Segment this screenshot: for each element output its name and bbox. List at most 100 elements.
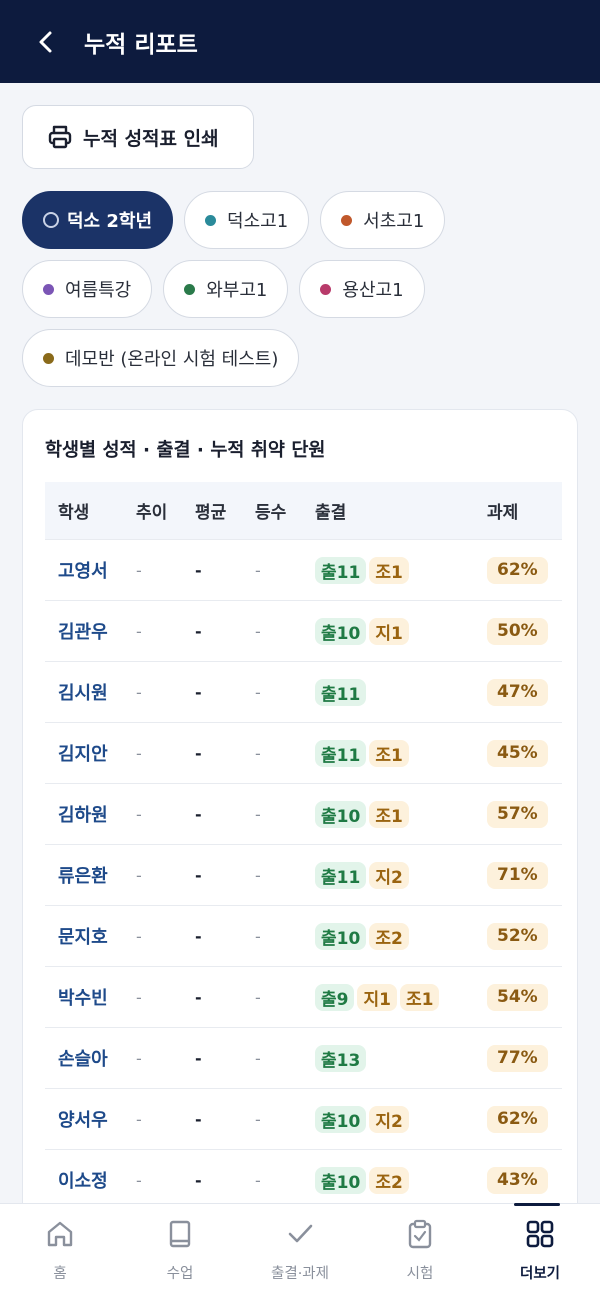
homework-cell: 43% (487, 1166, 562, 1194)
rank-value: - (255, 1170, 261, 1190)
average-value: - (195, 1109, 202, 1129)
attendance-badge: 출10 (315, 1105, 367, 1133)
table-row[interactable]: 고영서 - - - 출11 조1 62% (45, 540, 562, 601)
student-name-text[interactable]: 문지호 (58, 927, 108, 948)
trend-value: - (136, 865, 142, 885)
table-row[interactable]: 김지안 - - - 출11 조1 45% (45, 723, 562, 784)
table-row[interactable]: 류은환 - - - 출11 지2 71% (45, 845, 562, 906)
student-name-text[interactable]: 김지안 (58, 744, 108, 765)
student-name-text[interactable]: 손슬아 (58, 1049, 108, 1070)
tab-grid[interactable]: 더보기 (480, 1203, 600, 1298)
col-rank: 등수 (255, 503, 287, 523)
class-chip[interactable]: 와부고1 (163, 260, 289, 318)
table-row[interactable]: 문지호 - - - 출10 조2 52% (45, 906, 562, 967)
student-name[interactable]: 고영서 (45, 557, 136, 583)
student-name[interactable]: 양서우 (45, 1106, 136, 1132)
attendance-badge: 출11 (315, 556, 367, 584)
student-name[interactable]: 류은환 (45, 862, 136, 888)
attendance-badge: 지2 (369, 861, 409, 889)
table-row[interactable]: 양서우 - - - 출10 지2 62% (45, 1089, 562, 1150)
attendance-badges: 출10 조2 (315, 922, 487, 950)
attendance-badge: 출10 (315, 922, 367, 950)
average-value: - (195, 621, 202, 641)
student-name[interactable]: 김하원 (45, 801, 136, 827)
table-row[interactable]: 김관우 - - - 출10 지1 50% (45, 601, 562, 662)
trend-value: - (136, 682, 142, 702)
page-title: 누적 리포트 (84, 31, 198, 58)
rank-value: - (255, 743, 261, 763)
student-name-text[interactable]: 박수빈 (58, 988, 108, 1009)
student-name-text[interactable]: 이소정 (58, 1171, 108, 1192)
class-chip[interactable]: 데모반 (온라인 시험 테스트) (22, 329, 300, 387)
student-name[interactable]: 김지안 (45, 740, 136, 766)
color-dot-icon (320, 283, 332, 295)
trend-value: - (136, 621, 142, 641)
app-header: 누적 리포트 (0, 0, 600, 83)
home-icon (44, 1218, 76, 1254)
class-chip-label: 여름특강 (65, 280, 132, 301)
back-button[interactable] (26, 22, 66, 62)
homework-percent-badge: 54% (487, 983, 548, 1011)
print-button-label: 누적 성적표 인쇄 (83, 127, 219, 150)
rank-value: - (255, 682, 261, 702)
table-row[interactable]: 이소정 - - - 출10 조2 43% (45, 1150, 562, 1211)
trend-value: - (136, 804, 142, 824)
student-name[interactable]: 박수빈 (45, 984, 136, 1010)
class-chip-label: 용산고1 (342, 280, 404, 301)
homework-cell: 57% (487, 800, 562, 828)
printer-icon (48, 125, 72, 149)
clipboard-icon (404, 1218, 436, 1254)
tab-home[interactable]: 홈 (0, 1204, 120, 1298)
student-table: 학생 추이 평균 등수 출결 과제 고영서 - - - 출11 조1 62% 김관우 - - - 출1… (45, 482, 562, 1211)
tab-label: 시험 (406, 1266, 434, 1282)
student-name[interactable]: 이소정 (45, 1167, 136, 1193)
average-value: - (195, 987, 202, 1007)
student-name[interactable]: 손슬아 (45, 1045, 136, 1071)
class-chip-label: 데모반 (온라인 시험 테스트) (65, 349, 279, 370)
table-row[interactable]: 박수빈 - - - 출9 지1 조1 54% (45, 967, 562, 1028)
student-name-text[interactable]: 고영서 (58, 561, 108, 582)
class-chip[interactable]: 덕소 2학년 (22, 191, 174, 249)
attendance-badge: 출11 (315, 861, 367, 889)
class-chip[interactable]: 용산고1 (299, 260, 425, 318)
col-trend: 추이 (136, 503, 168, 523)
homework-cell: 47% (487, 678, 562, 706)
tab-clipboard[interactable]: 시험 (360, 1204, 480, 1298)
homework-percent-badge: 71% (487, 861, 548, 889)
table-row[interactable]: 손슬아 - - - 출13 77% (45, 1028, 562, 1089)
attendance-badge: 출10 (315, 800, 367, 828)
tab-book[interactable]: 수업 (120, 1204, 240, 1298)
rank-value: - (255, 621, 261, 641)
print-report-button[interactable]: 누적 성적표 인쇄 (22, 105, 254, 169)
student-name-text[interactable]: 양서우 (58, 1110, 108, 1131)
color-dot-icon (184, 283, 196, 295)
rank-value: - (255, 865, 261, 885)
class-chip-label: 서초고1 (363, 211, 425, 232)
table-row[interactable]: 김하원 - - - 출10 조1 57% (45, 784, 562, 845)
student-name-text[interactable]: 김하원 (58, 805, 108, 826)
table-row[interactable]: 김시원 - - - 출11 47% (45, 662, 562, 723)
student-name[interactable]: 김관우 (45, 618, 136, 644)
average-value: - (195, 682, 202, 702)
class-chip[interactable]: 서초고1 (320, 191, 446, 249)
class-chip[interactable]: 여름특강 (22, 260, 153, 318)
color-dot-icon (341, 214, 353, 226)
trend-value: - (136, 987, 142, 1007)
rank-value: - (255, 560, 261, 580)
homework-cell: 52% (487, 922, 562, 950)
trend-value: - (136, 1170, 142, 1190)
student-name-text[interactable]: 김관우 (58, 622, 108, 643)
attendance-badges: 출11 조1 (315, 739, 487, 767)
class-chip[interactable]: 덕소고1 (184, 191, 310, 249)
attendance-badges: 출11 조1 (315, 556, 487, 584)
tab-check[interactable]: 출결·과제 (240, 1204, 360, 1298)
trend-value: - (136, 743, 142, 763)
student-name[interactable]: 김시원 (45, 679, 136, 705)
class-chip-label: 와부고1 (206, 280, 268, 301)
attendance-badge: 출11 (315, 678, 367, 706)
student-name-text[interactable]: 김시원 (58, 683, 108, 704)
trend-value: - (136, 1048, 142, 1068)
report-title: 학생별 성적 · 출결 · 누적 취약 단원 (45, 440, 326, 461)
student-name-text[interactable]: 류은환 (58, 866, 108, 887)
student-name[interactable]: 문지호 (45, 923, 136, 949)
